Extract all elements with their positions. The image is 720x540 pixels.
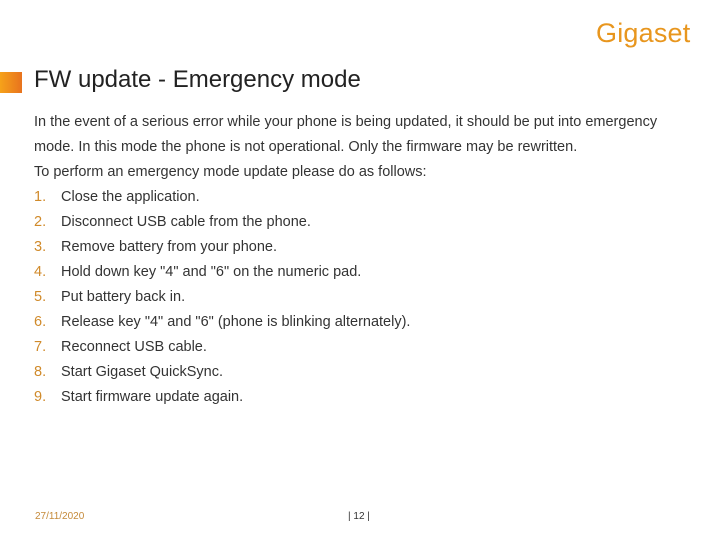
step-number: 9. bbox=[34, 389, 47, 405]
steps-list: 1. Close the application. 2. Disconnect US… bbox=[34, 185, 674, 410]
intro-paragraph: In the event of a serious error while yo… bbox=[34, 114, 658, 155]
step-text: Start Gigaset QuickSync. bbox=[61, 364, 223, 380]
list-item: 4. Hold down key "4" and "6" on the numer… bbox=[34, 260, 674, 285]
step-number: 7. bbox=[34, 339, 47, 355]
list-item: 3. Remove battery from your phone. bbox=[34, 235, 674, 260]
content-body: In the event of a serious error while yo… bbox=[34, 110, 674, 410]
step-text: Disconnect USB cable from the phone. bbox=[61, 214, 311, 230]
gigaset-logo: Gigaset bbox=[596, 18, 691, 48]
step-text: Put battery back in. bbox=[61, 289, 186, 305]
step-text: Reconnect USB cable. bbox=[61, 339, 207, 355]
title-accent-bar bbox=[0, 72, 22, 93]
page-number: | 12 | bbox=[348, 511, 370, 522]
step-text: Remove battery from your phone. bbox=[61, 239, 277, 255]
list-item: 9. Start firmware update again. bbox=[34, 385, 674, 410]
page-title: FW update - Emergency mode bbox=[34, 66, 361, 93]
step-number: 1. bbox=[34, 189, 47, 205]
step-number: 3. bbox=[34, 239, 47, 255]
list-item: 1. Close the application. bbox=[34, 185, 674, 210]
step-number: 4. bbox=[34, 264, 47, 280]
step-number: 6. bbox=[34, 314, 47, 330]
list-item: 8. Start Gigaset QuickSync. bbox=[34, 360, 674, 385]
step-number: 5. bbox=[34, 289, 47, 305]
list-item: 2. Disconnect USB cable from the phone. bbox=[34, 210, 674, 235]
step-number: 8. bbox=[34, 364, 47, 380]
footer-date: 27/11/2020 bbox=[35, 511, 85, 522]
step-text: Release key "4" and "6" (phone is blinki… bbox=[61, 314, 411, 330]
list-item: 6. Release key "4" and "6" (phone is blin… bbox=[34, 310, 674, 335]
step-text: Start firmware update again. bbox=[61, 389, 244, 405]
step-number: 2. bbox=[34, 214, 47, 230]
instructions-lead: To perform an emergency mode update plea… bbox=[34, 164, 427, 180]
step-text: Hold down key "4" and "6" on the numeric… bbox=[61, 264, 362, 280]
list-item: 5. Put battery back in. bbox=[34, 285, 674, 310]
list-item: 7. Reconnect USB cable. bbox=[34, 335, 674, 360]
step-text: Close the application. bbox=[61, 189, 200, 205]
